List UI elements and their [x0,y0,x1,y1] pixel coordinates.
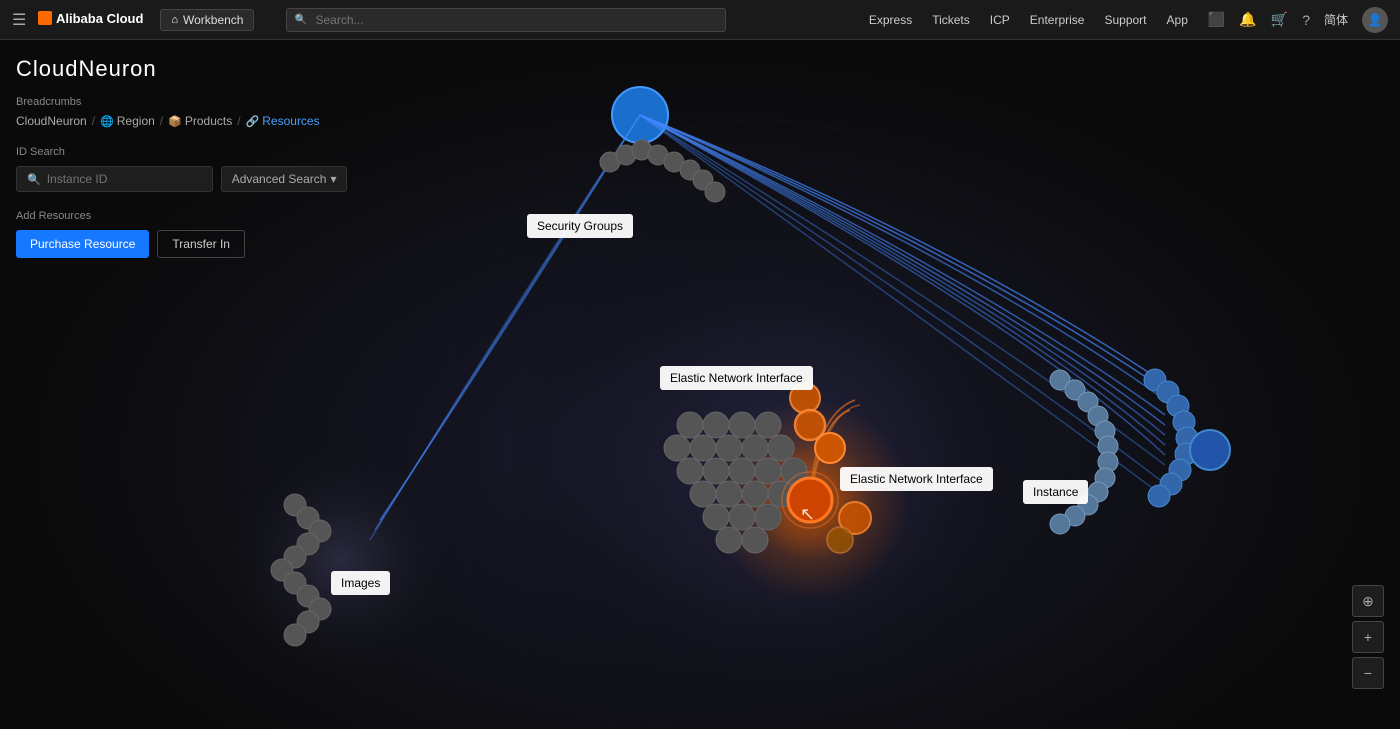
advanced-search-button[interactable]: Advanced Search ▾ [221,166,348,192]
nav-tickets[interactable]: Tickets [932,13,970,27]
add-resources-buttons: Purchase Resource Transfer In [16,230,294,258]
search-input[interactable] [286,8,726,32]
purchase-resource-button[interactable]: Purchase Resource [16,230,149,258]
id-search-row: 🔍 Advanced Search ▾ [16,166,294,192]
instance-id-input[interactable] [47,172,202,186]
breadcrumb-products[interactable]: 📦 Products [168,114,232,128]
breadcrumbs-label: Breadcrumbs [16,96,294,108]
add-resources-label: Add Resources [16,210,294,222]
question-icon[interactable]: ? [1302,12,1310,28]
top-navigation: ☰ Alibaba Cloud ⌂ Workbench Express Tick… [0,0,1400,40]
zoom-out-icon: − [1364,665,1372,681]
search-icon: 🔍 [27,173,41,186]
region-icon: 🌐 [100,115,114,128]
map-controls: ⊕ + − [1352,585,1384,689]
breadcrumb-resources[interactable]: 🔗 Resources [246,114,320,128]
breadcrumb-sep-2: / [160,114,163,128]
zoom-out-button[interactable]: − [1352,657,1384,689]
products-icon: 📦 [168,115,182,128]
breadcrumb-region[interactable]: 🌐 Region [100,114,155,128]
transfer-in-button[interactable]: Transfer In [157,230,245,258]
cart-icon[interactable]: 🛒 [1271,11,1288,28]
nav-lang[interactable]: 简体 [1324,11,1348,28]
bell-icon[interactable]: 🔔 [1239,11,1256,28]
zoom-in-icon: + [1364,629,1372,645]
menu-icon[interactable]: ☰ [12,10,26,30]
avatar[interactable]: 👤 [1362,7,1388,33]
nav-search-container [286,8,726,32]
workbench-button[interactable]: ⌂ Workbench [160,9,254,31]
workbench-label: Workbench [183,13,243,27]
svg-text:↖: ↖ [800,504,815,524]
breadcrumb-sep-3: / [237,114,240,128]
monitor-icon[interactable]: ⬛ [1208,11,1225,28]
id-search-label: ID Search [16,146,294,158]
breadcrumbs: CloudNeuron / 🌐 Region / 📦 Products / 🔗 … [16,114,294,128]
nav-app[interactable]: App [1167,13,1188,27]
breadcrumb-cloudneuron[interactable]: CloudNeuron [16,114,87,128]
svg-text:Alibaba Cloud: Alibaba Cloud [56,11,143,26]
nav-icons: ⬛ 🔔 🛒 ? 简体 👤 [1208,7,1388,33]
nav-support[interactable]: Support [1104,13,1146,27]
nav-express[interactable]: Express [869,13,912,27]
home-icon: ⌂ [171,14,178,26]
nav-right: Express Tickets ICP Enterprise Support A… [869,7,1388,33]
id-search-input-wrapper: 🔍 [16,166,213,192]
logo: Alibaba Cloud [38,7,148,32]
chevron-down-icon: ▾ [330,172,336,186]
resources-icon: 🔗 [246,115,260,128]
nav-icp[interactable]: ICP [990,13,1010,27]
locate-button[interactable]: ⊕ [1352,585,1384,617]
zoom-in-button[interactable]: + [1352,621,1384,653]
brand-title: CloudNeuron [16,56,294,82]
breadcrumb-sep-1: / [92,114,95,128]
left-panel: CloudNeuron Breadcrumbs CloudNeuron / 🌐 … [0,40,310,274]
locate-icon: ⊕ [1362,593,1374,610]
search-wrap [286,8,726,32]
alibaba-logo: Alibaba Cloud [38,7,148,32]
nav-enterprise[interactable]: Enterprise [1030,13,1085,27]
